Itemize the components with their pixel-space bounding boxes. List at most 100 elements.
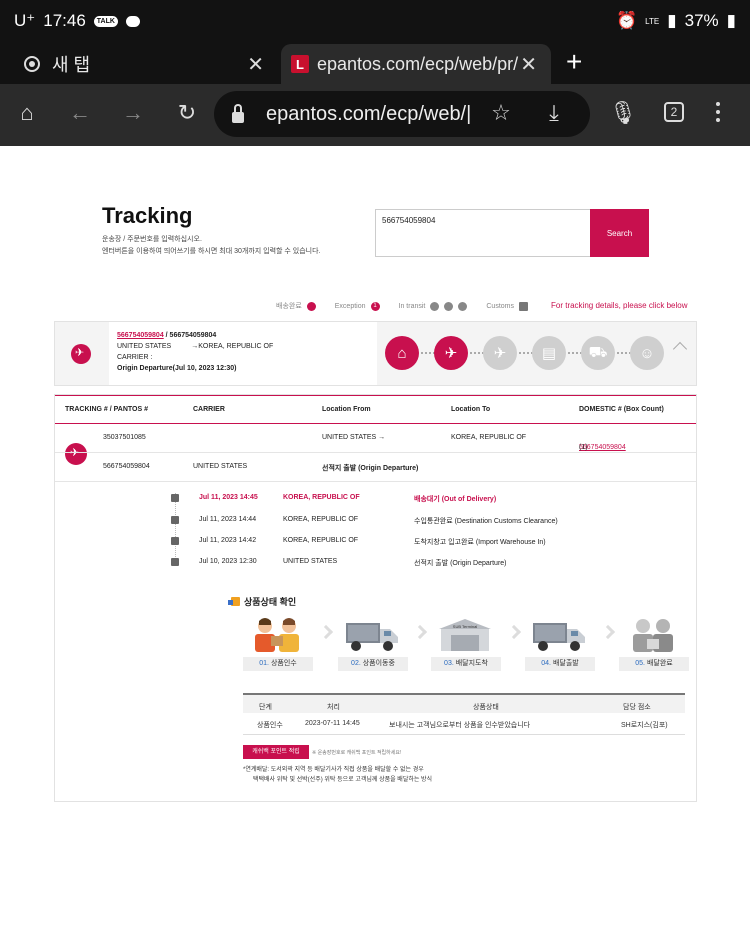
summary-info: 566754059804 / 566754059804 UNITED STATE… bbox=[109, 322, 377, 385]
recipient-icon: ☺ bbox=[630, 336, 664, 370]
flow-label: 01. 상품인수 bbox=[243, 657, 313, 671]
flow-step: 05. 배달완료 bbox=[619, 617, 689, 677]
address-bar[interactable]: epantos.com/ecp/web/| bbox=[214, 91, 590, 137]
alarm-icon: ⏰ bbox=[616, 11, 638, 30]
search-button[interactable]: Search bbox=[590, 209, 649, 257]
cashback-note: ※ 운송장번호로 캐쉬백 포인트 적립하세요! bbox=[312, 750, 402, 756]
row-carrier: UNITED STATES bbox=[193, 463, 248, 470]
terminal-sign: SUB Terminal bbox=[453, 624, 477, 629]
kakaotalk-icon: TALK bbox=[93, 15, 118, 27]
download-icon[interactable]: ⤓ bbox=[539, 100, 569, 126]
progress-steps: ⌂ ✈ ✈ ▤ ⛟ ☺ bbox=[385, 336, 685, 372]
details-note: For tracking details, please click below bbox=[551, 301, 688, 310]
table-row: 566754059804 UNITED STATES 선적지 출발 (Origi… bbox=[55, 453, 696, 482]
box-icon bbox=[228, 597, 240, 606]
col-domestic: DOMESTIC # (Box Count) bbox=[579, 406, 664, 413]
status-title-text: 상품상태 확인 bbox=[244, 597, 297, 607]
delivery-truck-icon bbox=[533, 623, 585, 651]
lock-icon bbox=[232, 103, 244, 123]
shipment-summary[interactable]: 566754059804 / 566754059804 UNITED STATE… bbox=[54, 321, 697, 386]
tl-event: 배송대기 (Out of Delivery) bbox=[414, 496, 497, 503]
warehouse-icon bbox=[171, 537, 179, 545]
flow-step: 02. 상품이동중 bbox=[338, 617, 408, 677]
cashback-button[interactable]: 캐쉬백 포인트 적립 bbox=[243, 745, 309, 759]
tl-date: Jul 11, 2023 14:44 bbox=[199, 516, 257, 523]
tab-switcher-button[interactable]: 2 bbox=[664, 102, 684, 122]
summary-from: UNITED STATES bbox=[117, 343, 172, 350]
tab-title: 새 탭 bbox=[52, 55, 91, 75]
close-icon[interactable]: ✕ bbox=[247, 52, 264, 77]
star-icon[interactable]: ☆ bbox=[486, 100, 516, 126]
tab-epantos[interactable]: L epantos.com/ecp/web/pr/ ✕ bbox=[281, 44, 551, 84]
tracking-input[interactable]: 566754059804 bbox=[375, 209, 591, 257]
td-branch: SH로지스(김포) bbox=[621, 722, 668, 729]
flow-label: 05. 배달완료 bbox=[619, 657, 689, 671]
warehouse-icon: ⌂ bbox=[385, 336, 419, 370]
delivery-truck-icon: ⛟ bbox=[581, 336, 615, 370]
close-icon[interactable]: ✕ bbox=[520, 52, 537, 77]
table-row: 상품인수 2023-07-11 14:45 보내시는 고객님으로부터 상품을 인… bbox=[243, 713, 685, 735]
page-description: 운송장 / 주문번호를 입력하십시오. 엔터버튼을 이용하여 띄어쓰기를 하시면… bbox=[102, 234, 321, 258]
more-menu-icon[interactable] bbox=[716, 102, 720, 122]
tl-event: 도착지창고 입고완료 (Import Warehouse In) bbox=[414, 539, 546, 546]
flow-step: SUB Terminal 03. 배달지도착 bbox=[431, 617, 501, 677]
tl-location: KOREA, REPUBLIC OF bbox=[283, 537, 359, 544]
tl-date: Jul 11, 2023 14:45 bbox=[199, 494, 258, 501]
delivery-flow: 01. 상품인수 02. 상품이동중 SUB Terminal 03. 배달지도… bbox=[243, 617, 695, 677]
handover-people-icon bbox=[255, 618, 299, 652]
th-stage: 단계 bbox=[259, 704, 272, 711]
truck-icon bbox=[171, 494, 179, 502]
home-icon[interactable]: ⌂ bbox=[12, 100, 42, 126]
flow-label: 04. 배달출발 bbox=[525, 657, 595, 671]
flow-label: 03. 배달지도착 bbox=[431, 657, 501, 671]
departure-plane-icon: ✈ bbox=[434, 336, 468, 370]
chevron-right-icon bbox=[318, 624, 334, 640]
truck-icon bbox=[444, 301, 454, 311]
summary-to: →KOREA, REPUBLIC OF bbox=[191, 343, 274, 350]
customs-icon bbox=[171, 516, 179, 524]
battery-icon: ▮ bbox=[726, 11, 736, 30]
row-status: 선적지 출발 (Origin Departure) bbox=[322, 465, 419, 472]
tl-event: 선적지 출발 (Origin Departure) bbox=[414, 560, 507, 567]
tracking-link[interactable]: 566754059804 bbox=[117, 332, 164, 339]
tracking-rest: / 566754059804 bbox=[163, 332, 217, 339]
plane-icon bbox=[430, 301, 440, 311]
arrival-plane-icon: ✈ bbox=[483, 336, 517, 370]
clock: 17:46 bbox=[43, 11, 86, 30]
new-tab-icon[interactable]: + bbox=[566, 46, 582, 78]
delivered-people-icon bbox=[633, 619, 673, 652]
browser-toolbar: ⌂ ← → ↻ epantos.com/ecp/web/| ☆ ⤓ 🎙 2 bbox=[0, 84, 750, 146]
status-table: 단계 처리 상품상태 담당 점소 상품인수 2023-07-11 14:45 보… bbox=[243, 693, 685, 735]
moving-truck-icon bbox=[346, 623, 398, 651]
tl-location: UNITED STATES bbox=[283, 558, 338, 565]
th-branch: 담당 점소 bbox=[623, 704, 651, 711]
tracking-detail: TRACKING # / PANTOS # CARRIER Location F… bbox=[54, 394, 697, 802]
tl-date: Jul 11, 2023 14:42 bbox=[199, 537, 257, 544]
flow-step: 01. 상품인수 bbox=[243, 617, 313, 677]
tab-new-tab[interactable]: 새 탭 ✕ bbox=[10, 44, 278, 84]
status-bar: U⁺ 17:46 TALK ⏰ LTE ▮ 37% ▮ bbox=[0, 0, 750, 42]
td-stage: 상품인수 bbox=[257, 722, 283, 729]
box-count: (1) bbox=[579, 444, 588, 451]
url-text: epantos.com/ecp/web/| bbox=[266, 102, 472, 125]
legend-customs: Customs bbox=[486, 302, 514, 310]
tl-location: KOREA, REPUBLIC OF bbox=[283, 494, 360, 501]
row-to: KOREA, REPUBLIC OF bbox=[451, 434, 527, 441]
col-tracking: TRACKING # / PANTOS # bbox=[65, 406, 148, 413]
th-process: 처리 bbox=[327, 704, 340, 711]
tl-event: 수입통관완료 (Destination Customs Clearance) bbox=[414, 518, 558, 525]
network-label: LTE bbox=[645, 16, 660, 26]
terminal-building-icon: SUB Terminal bbox=[439, 619, 491, 651]
reload-icon[interactable]: ↻ bbox=[172, 100, 202, 126]
back-icon[interactable]: ← bbox=[65, 100, 95, 126]
table-header: TRACKING # / PANTOS # CARRIER Location F… bbox=[55, 395, 696, 424]
col-to: Location To bbox=[451, 406, 491, 413]
desc-line: 엔터버튼을 이용하여 띄어쓰기를 하시면 최대 30개까지 입력할 수 있습니다… bbox=[102, 248, 321, 255]
plane-icon bbox=[171, 558, 179, 566]
signal-icon: ▮ bbox=[667, 11, 677, 30]
chat-icon bbox=[125, 15, 140, 27]
microphone-icon[interactable]: 🎙 bbox=[608, 100, 638, 126]
row-tracking: 566754059804 bbox=[103, 463, 150, 470]
row-from: UNITED STATES → bbox=[322, 434, 386, 441]
forward-icon[interactable]: → bbox=[118, 100, 148, 126]
